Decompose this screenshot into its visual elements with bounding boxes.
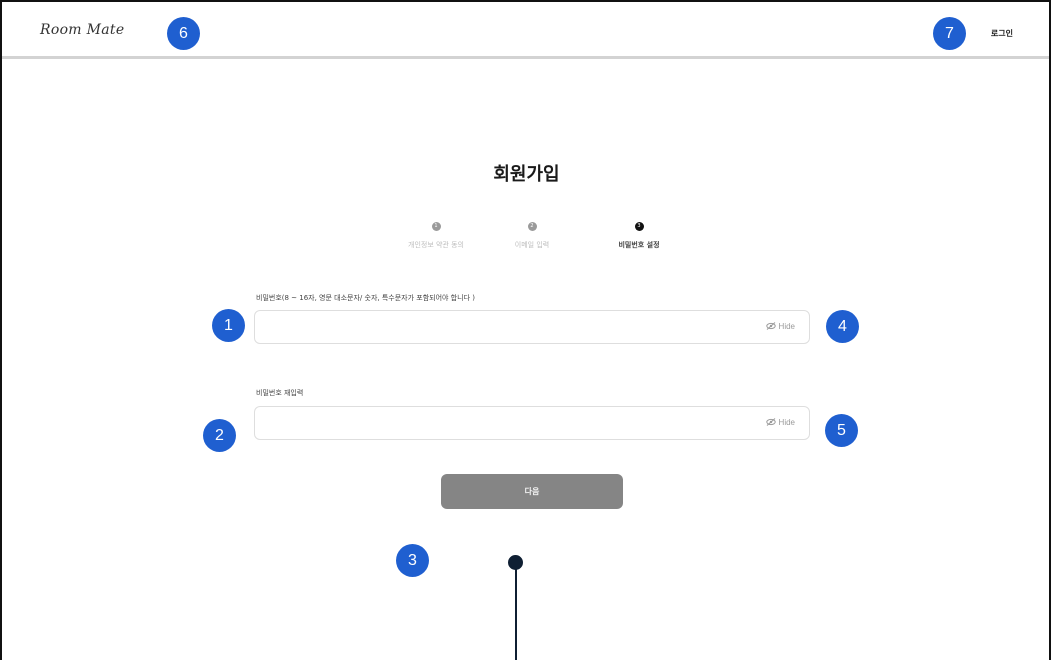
annotation-marker-2: 2 <box>203 419 236 452</box>
password-hide-label: Hide <box>778 322 795 331</box>
header-bar: Room Mate 로그인 <box>2 2 1049 59</box>
step-3-dot: 3 <box>634 222 644 231</box>
step-2-dot: 2 <box>527 222 537 231</box>
confirm-hide-toggle[interactable]: Hide <box>765 418 795 427</box>
password-input[interactable] <box>263 317 737 339</box>
password-field: Hide <box>254 310 810 344</box>
password-label: 비밀번호(8 ~ 16자, 영문 대소문자/ 숫자, 특수문자가 포함되어야 합… <box>256 294 475 302</box>
step-3-label: 비밀번호 설정 <box>618 241 660 249</box>
annotation-marker-7: 7 <box>933 17 966 50</box>
step-2: 2 이메일 입력 <box>472 222 592 250</box>
confirm-password-field: Hide <box>254 406 810 440</box>
confirm-password-label: 비밀번호 재입력 <box>256 389 304 397</box>
password-hide-toggle[interactable]: Hide <box>765 322 795 331</box>
next-button[interactable]: 다음 <box>441 474 623 509</box>
step-3: 3 비밀번호 설정 <box>579 222 699 250</box>
logo[interactable]: Room Mate <box>40 22 124 38</box>
annotation-pointer-line <box>515 566 517 660</box>
confirm-hide-label: Hide <box>778 418 795 427</box>
eye-slash-icon <box>765 322 776 330</box>
step-1-dot: 1 <box>431 222 441 231</box>
eye-slash-icon <box>765 418 776 426</box>
annotation-marker-5: 5 <box>825 414 858 447</box>
annotation-marker-4: 4 <box>826 310 859 343</box>
login-link[interactable]: 로그인 <box>991 28 1013 39</box>
confirm-password-input[interactable] <box>263 413 737 435</box>
annotation-marker-3: 3 <box>396 544 429 577</box>
step-2-label: 이메일 입력 <box>514 241 550 249</box>
annotation-marker-1: 1 <box>212 309 245 342</box>
page-title: 회원가입 <box>493 164 560 185</box>
annotation-marker-6: 6 <box>167 17 200 50</box>
